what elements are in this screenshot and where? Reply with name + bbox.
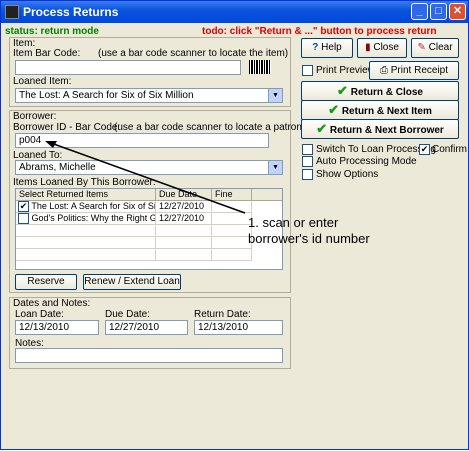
process-returns-window: Process Returns _ □ ✕ status: return mod… [0, 0, 469, 450]
annotation-text: 1. scan or enter borrower's id number [248, 215, 370, 247]
annotation-line-1: 1. scan or enter [248, 215, 339, 230]
annotation-line-2: borrower's id number [248, 231, 370, 246]
annotation-arrow [45, 141, 246, 214]
